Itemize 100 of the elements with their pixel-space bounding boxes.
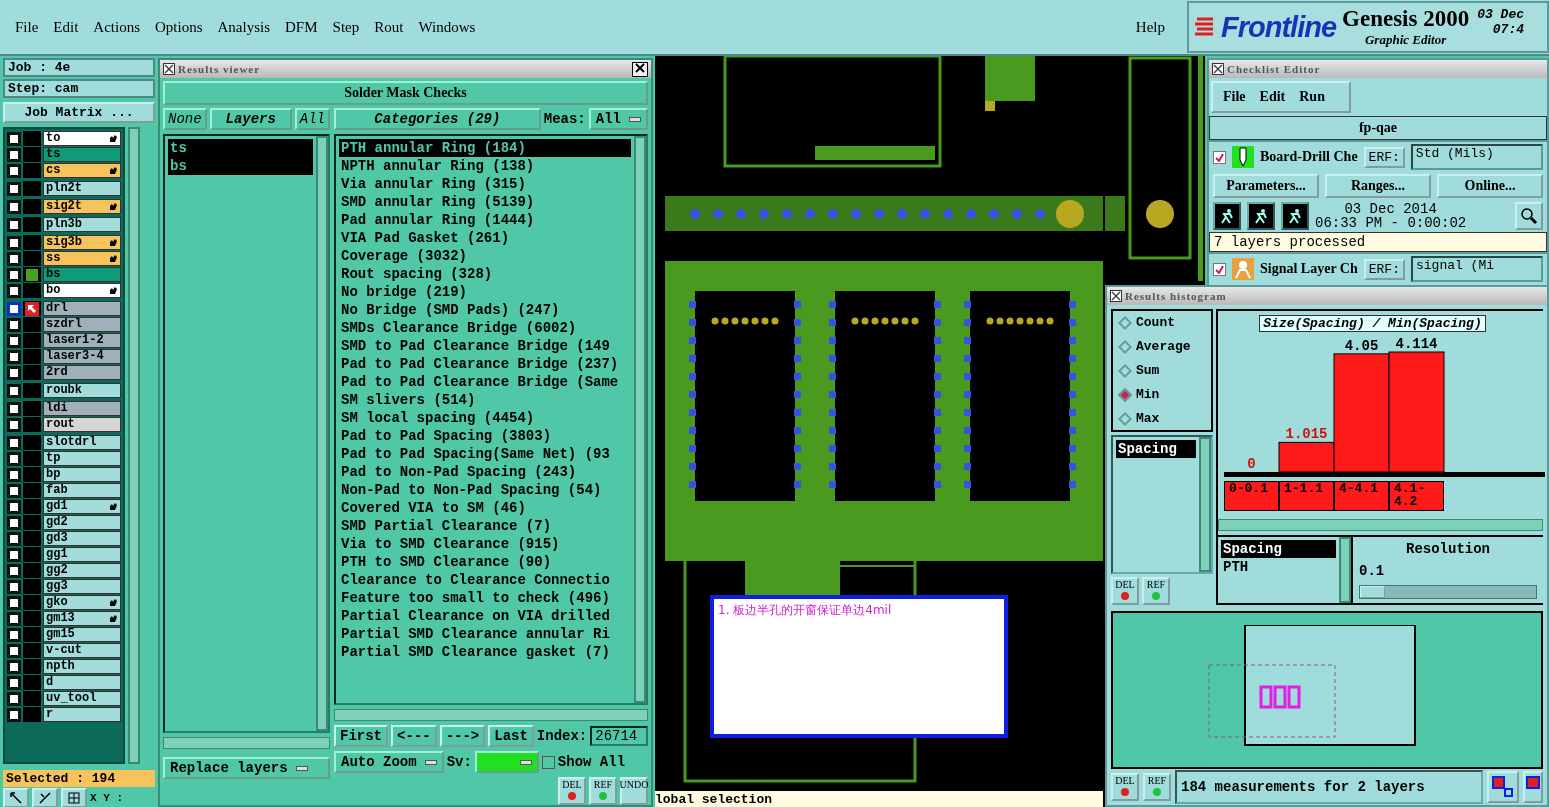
layer-name[interactable]: laser3-4 bbox=[43, 349, 121, 364]
show-all-checkbox[interactable]: Show All bbox=[541, 754, 626, 770]
action-button[interactable]: UNDO bbox=[620, 777, 648, 805]
navigation-button[interactable]: Last bbox=[488, 725, 534, 747]
layer-checkbox[interactable] bbox=[7, 483, 21, 498]
close-button[interactable] bbox=[632, 61, 648, 77]
layer-checkbox[interactable] bbox=[7, 235, 21, 250]
category-item[interactable]: Via to SMD Clearance (915) bbox=[339, 535, 631, 553]
layer-name[interactable]: pln3b bbox=[43, 217, 121, 232]
scrollbar[interactable] bbox=[1199, 437, 1211, 572]
layer-name[interactable]: sig3b bbox=[43, 235, 121, 250]
menu-item[interactable]: Rout bbox=[374, 18, 404, 36]
layer-checkbox[interactable] bbox=[7, 611, 21, 626]
chart-export-icon[interactable] bbox=[1487, 771, 1519, 803]
menu-item[interactable]: DFM bbox=[285, 18, 318, 36]
window-menu-icon[interactable] bbox=[1110, 290, 1122, 302]
layer-name[interactable]: gko bbox=[43, 595, 121, 610]
zoom-icon[interactable] bbox=[1515, 202, 1543, 230]
layer-checkbox[interactable] bbox=[7, 401, 21, 416]
resize-icon[interactable] bbox=[3, 788, 29, 807]
category-item[interactable]: Non-Pad to Non-Pad Spacing (54) bbox=[339, 481, 631, 499]
layer-checkbox[interactable] bbox=[7, 417, 21, 432]
layer-checkbox[interactable] bbox=[7, 147, 21, 162]
layer-name[interactable]: ss bbox=[43, 251, 121, 266]
chart-import-icon[interactable] bbox=[1523, 771, 1543, 803]
navigation-button[interactable]: First bbox=[334, 725, 388, 747]
erf-field[interactable]: Std (Mils) bbox=[1410, 144, 1543, 170]
category-item[interactable]: VIA Pad Gasket (261) bbox=[339, 229, 631, 247]
layer-list-item[interactable]: bs bbox=[168, 157, 313, 175]
layer-checkbox[interactable] bbox=[7, 595, 21, 610]
scrollbar[interactable] bbox=[1218, 519, 1543, 531]
help-menu[interactable]: Help bbox=[1135, 18, 1165, 36]
sv-dropdown[interactable] bbox=[474, 751, 539, 773]
layer-name[interactable]: npth bbox=[43, 659, 121, 674]
layer-checkbox[interactable] bbox=[7, 349, 21, 364]
layer-checkbox[interactable] bbox=[7, 659, 21, 674]
menu-item[interactable]: Edit bbox=[53, 18, 79, 36]
zoom-dropdown[interactable]: Auto Zoom bbox=[334, 751, 444, 773]
check-option-button[interactable]: Online... bbox=[1437, 174, 1543, 198]
layer-name[interactable]: pln2t bbox=[43, 181, 121, 196]
layer-checkbox[interactable] bbox=[7, 365, 21, 380]
layer-name[interactable]: roubk bbox=[43, 383, 121, 398]
action-button[interactable]: REF bbox=[1142, 577, 1170, 605]
layer-name[interactable]: tp bbox=[43, 451, 121, 466]
layer-checkbox[interactable] bbox=[7, 643, 21, 658]
resolution-slider-thumb[interactable] bbox=[1360, 586, 1385, 598]
erf-field[interactable]: signal (Mi bbox=[1411, 256, 1543, 282]
layer-name[interactable]: gd1 bbox=[43, 499, 121, 514]
diagonal-icon[interactable] bbox=[32, 788, 58, 807]
category-item[interactable]: No Bridge (SMD Pads) (247) bbox=[339, 301, 631, 319]
category-item[interactable]: SMDs Clearance Bridge (6002) bbox=[339, 319, 631, 337]
layer-checkbox[interactable] bbox=[7, 499, 21, 514]
layer-filter-button[interactable]: All bbox=[294, 108, 330, 130]
layer-checkbox[interactable] bbox=[7, 627, 21, 642]
layer-name[interactable]: sig2t bbox=[43, 199, 121, 214]
category-item[interactable]: Partial SMD Clearance annular Ri bbox=[339, 625, 631, 643]
action-button[interactable]: REF bbox=[1143, 773, 1171, 801]
layer-name[interactable]: bp bbox=[43, 467, 121, 482]
check-option-button[interactable]: Ranges... bbox=[1325, 174, 1431, 198]
categories-button[interactable]: Categories (29) bbox=[334, 108, 541, 130]
layer-name[interactable]: gg2 bbox=[43, 563, 121, 578]
mode-radio[interactable]: Min bbox=[1117, 387, 1207, 402]
navigation-button[interactable]: <--- bbox=[391, 725, 437, 747]
job-matrix-button[interactable]: Job Matrix ... bbox=[3, 102, 155, 123]
category-item[interactable]: Via annular Ring (315) bbox=[339, 175, 631, 193]
layer-filter-button[interactable]: Layers bbox=[209, 108, 292, 130]
grid-icon[interactable] bbox=[61, 788, 87, 807]
layer-checkbox[interactable] bbox=[7, 707, 21, 722]
category-item[interactable]: Pad to Pad Clearance Bridge (237) bbox=[339, 355, 631, 373]
layer-checkbox[interactable] bbox=[7, 383, 21, 398]
category-item[interactable]: SM local spacing (4454) bbox=[339, 409, 631, 427]
layer-checkbox[interactable] bbox=[7, 675, 21, 690]
layer-checkbox[interactable] bbox=[7, 435, 21, 450]
layer-list-item[interactable]: ts bbox=[168, 139, 313, 157]
layer-checkbox[interactable] bbox=[7, 563, 21, 578]
menu-item[interactable]: Analysis bbox=[217, 18, 271, 36]
category-item[interactable]: No bridge (219) bbox=[339, 283, 631, 301]
category-item[interactable]: Rout spacing (328) bbox=[339, 265, 631, 283]
running-figure-icon[interactable] bbox=[1247, 202, 1275, 230]
window-menu-icon[interactable] bbox=[1212, 63, 1224, 75]
layer-checkbox[interactable] bbox=[7, 317, 21, 332]
category-item[interactable]: NPTH annular Ring (138) bbox=[339, 157, 631, 175]
check-checkbox[interactable] bbox=[1213, 150, 1226, 164]
layer-name[interactable]: gd3 bbox=[43, 531, 121, 546]
action-button[interactable]: DEL bbox=[1111, 577, 1139, 605]
layer-checkbox[interactable] bbox=[7, 251, 21, 266]
menu-item[interactable]: Run bbox=[1299, 89, 1325, 105]
attribute-item[interactable]: PTH bbox=[1221, 558, 1336, 576]
category-item[interactable]: SMD Partial Clearance (7) bbox=[339, 517, 631, 535]
category-item[interactable]: Pad to Non-Pad Spacing (243) bbox=[339, 463, 631, 481]
meas-dropdown[interactable]: All bbox=[588, 108, 648, 130]
category-item[interactable]: Clearance to Clearance Connectio bbox=[339, 571, 631, 589]
category-item[interactable]: Pad to Pad Spacing(Same Net) (93 bbox=[339, 445, 631, 463]
layer-name[interactable]: r bbox=[43, 707, 121, 722]
layer-checkbox[interactable] bbox=[7, 217, 21, 232]
layer-name[interactable]: laser1-2 bbox=[43, 333, 121, 348]
layer-name[interactable]: ldi bbox=[43, 401, 121, 416]
layer-name[interactable]: drl bbox=[43, 301, 121, 316]
layer-name[interactable]: bs bbox=[43, 267, 121, 282]
category-item[interactable]: SMD annular Ring (5139) bbox=[339, 193, 631, 211]
